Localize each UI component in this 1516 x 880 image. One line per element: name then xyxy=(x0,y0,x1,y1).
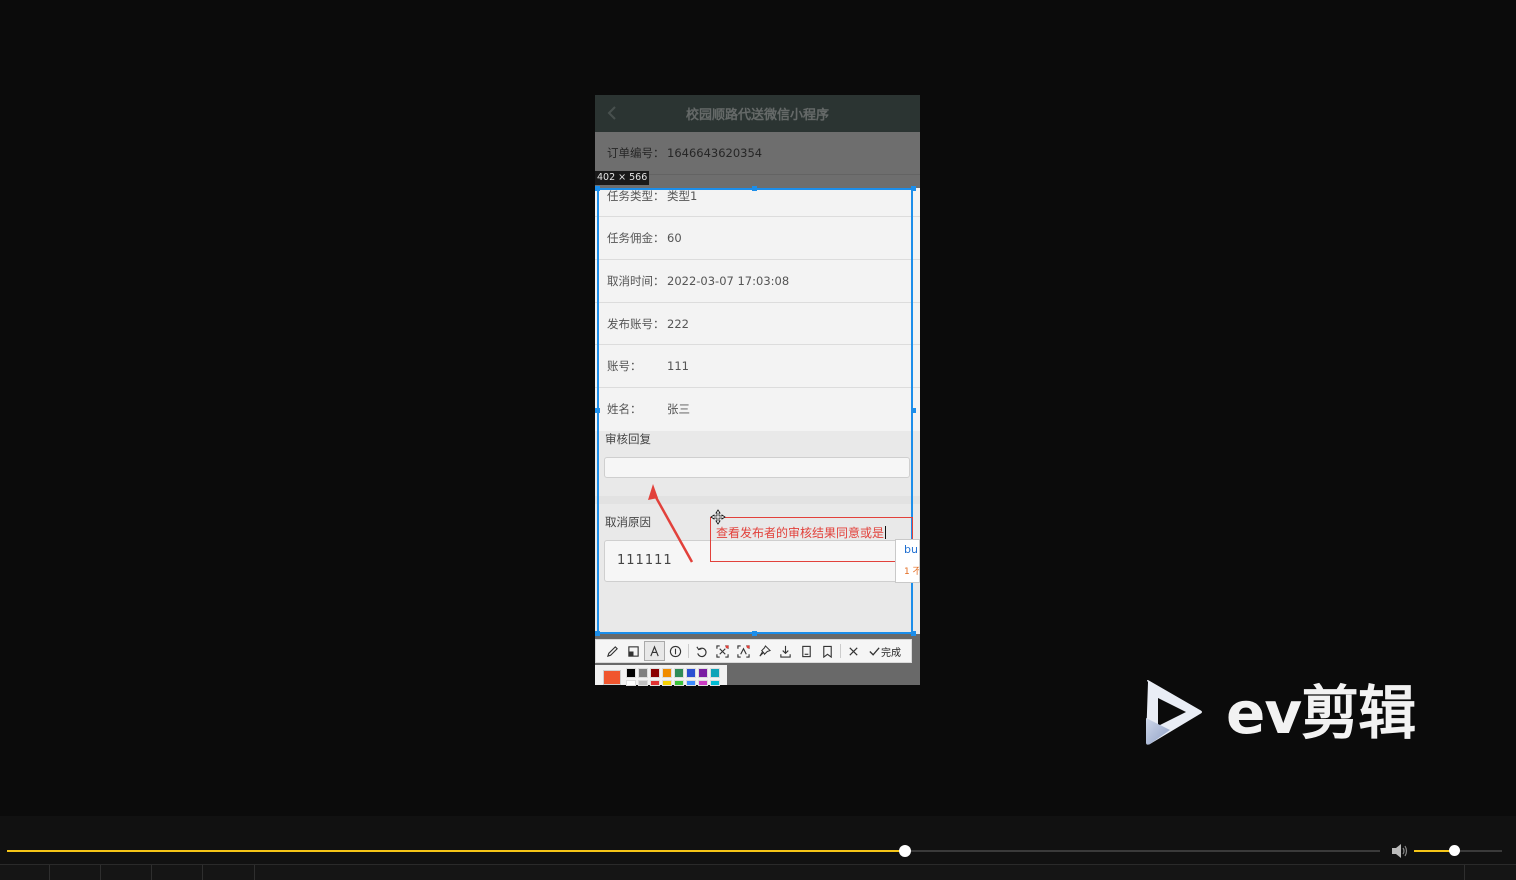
seek-progress xyxy=(7,850,905,852)
player-strip-cell xyxy=(203,865,255,880)
text-icon[interactable] xyxy=(644,641,665,661)
toolbar-separator xyxy=(688,644,689,658)
color-swatch[interactable] xyxy=(698,680,708,686)
close-icon[interactable] xyxy=(843,641,864,661)
check-icon xyxy=(869,646,880,656)
annotation-text: 查看发布者的审核结果同意或是 xyxy=(716,526,887,540)
color-swatch[interactable] xyxy=(710,680,720,686)
done-button[interactable]: 完成 xyxy=(868,644,901,659)
color-swatch[interactable] xyxy=(674,668,684,678)
color-swatch[interactable] xyxy=(698,668,708,678)
save-icon[interactable] xyxy=(796,641,817,661)
color-palette xyxy=(595,665,727,686)
resize-handle[interactable] xyxy=(595,631,600,636)
seek-handle[interactable] xyxy=(898,845,911,857)
seek-bar[interactable] xyxy=(7,845,1380,857)
player-strip-cell xyxy=(1464,865,1516,880)
capture-toolbar: 完成 xyxy=(595,639,912,663)
color-swatch[interactable] xyxy=(626,668,636,678)
number-icon[interactable] xyxy=(665,641,686,661)
color-swatch[interactable] xyxy=(626,680,636,686)
bookmark-icon[interactable] xyxy=(817,641,838,661)
ocr-icon[interactable] xyxy=(712,641,733,661)
player-strip-cell xyxy=(0,865,50,880)
color-swatch[interactable] xyxy=(650,668,660,678)
color-swatch[interactable] xyxy=(662,680,672,686)
mosaic-icon[interactable] xyxy=(623,641,644,661)
color-swatch[interactable] xyxy=(638,680,648,686)
undo-icon[interactable] xyxy=(691,641,712,661)
color-swatch[interactable] xyxy=(686,668,696,678)
resize-handle[interactable] xyxy=(911,631,916,636)
color-swatch[interactable] xyxy=(650,680,660,686)
resize-handle[interactable] xyxy=(595,186,600,191)
ime-input-text: bu xyxy=(904,543,918,556)
pencil-icon[interactable] xyxy=(602,641,623,661)
color-swatch[interactable] xyxy=(710,668,720,678)
volume-icon[interactable] xyxy=(1391,843,1409,859)
color-swatch[interactable] xyxy=(674,680,684,686)
color-swatch[interactable] xyxy=(638,668,648,678)
color-swatch[interactable] xyxy=(686,680,696,686)
play-logo-icon xyxy=(1146,680,1202,745)
ime-candidate-popup[interactable]: bu 1 不 xyxy=(895,539,920,583)
player-strip-cell xyxy=(152,865,203,880)
volume-slider[interactable] xyxy=(1414,845,1502,856)
back-icon[interactable] xyxy=(603,103,623,123)
pin-icon[interactable] xyxy=(754,641,775,661)
resize-handle[interactable] xyxy=(752,631,757,636)
text-annotation-box[interactable]: 查看发布者的审核结果同意或是 xyxy=(710,517,913,562)
download-icon[interactable] xyxy=(775,641,796,661)
ev-watermark: ev剪辑 xyxy=(1142,676,1442,750)
detail-label: 订单编号： xyxy=(607,145,665,160)
done-label: 完成 xyxy=(881,647,901,659)
translate-icon[interactable] xyxy=(733,641,754,661)
current-color-swatch[interactable] xyxy=(603,670,621,685)
resize-handle[interactable] xyxy=(911,408,916,413)
player-strip-cell xyxy=(50,865,101,880)
resize-handle[interactable] xyxy=(752,186,757,191)
detail-value: 1646643620354 xyxy=(667,145,763,160)
resize-handle[interactable] xyxy=(911,186,916,191)
selection-size-label: 402 × 566 xyxy=(595,171,650,185)
volume-level xyxy=(1414,850,1454,852)
toolbar-separator xyxy=(840,644,841,658)
move-cursor-icon xyxy=(710,509,726,525)
volume-handle[interactable] xyxy=(1448,845,1460,856)
player-strip-cell xyxy=(101,865,152,880)
annotation-arrow[interactable] xyxy=(640,478,700,568)
nav-bar: 校园顺路代送微信小程序 xyxy=(595,95,920,132)
nav-title: 校园顺路代送微信小程序 xyxy=(685,108,829,123)
color-swatch[interactable] xyxy=(662,668,672,678)
player-bottom-strip xyxy=(0,864,1516,880)
resize-handle[interactable] xyxy=(595,408,600,413)
text-caret xyxy=(885,526,887,539)
detail-row: 订单编号： 1646643620354 xyxy=(595,132,920,175)
watermark-brand: ev剪辑 xyxy=(1226,679,1416,747)
ime-candidate[interactable]: 1 不 xyxy=(904,564,919,577)
